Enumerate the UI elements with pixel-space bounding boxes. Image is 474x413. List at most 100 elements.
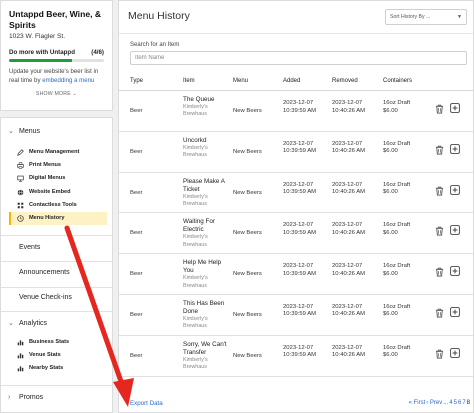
add-icon[interactable] <box>450 347 460 358</box>
cell-removed: 2023-12-07 10:40:26 AM <box>332 141 365 156</box>
upsell-header: Do more with Untappd (4/6) <box>9 49 104 56</box>
add-icon[interactable] <box>450 103 460 113</box>
pagination-item[interactable]: 7 <box>462 400 465 406</box>
header-divider <box>119 33 473 34</box>
cell-menu: New Beers <box>233 189 262 196</box>
added-time: 10:39:59 AM <box>283 107 317 114</box>
trash-icon[interactable] <box>435 145 444 155</box>
sort-history-select[interactable]: Sort History By ... ▼ <box>385 9 467 25</box>
monitor-icon <box>17 176 24 183</box>
nav-section-promos[interactable]: › Promos <box>1 391 114 405</box>
nav-section-events-label: Events <box>19 244 41 251</box>
upsell-progress-fill <box>9 59 73 62</box>
pagination-item[interactable]: ‹ Prev <box>426 400 442 406</box>
nav-divider <box>1 385 112 386</box>
cell-removed: 2023-12-07 10:40:26 AM <box>332 304 365 319</box>
pagination-item[interactable]: 8 <box>467 400 470 406</box>
pagination-item[interactable]: 4 <box>449 400 452 406</box>
item-vendor: Kimberly's Brewhaus <box>183 104 208 118</box>
sidebar-item-print-menus[interactable]: Print Menus <box>9 159 107 172</box>
show-more-button[interactable]: SHOW MORE ⌄ <box>9 91 104 97</box>
add-icon[interactable] <box>450 143 460 154</box>
nav-section-menus[interactable]: ⌄ Menus <box>1 125 114 139</box>
clock-icon <box>17 215 24 222</box>
nav-divider <box>1 235 112 236</box>
sidebar-item-menu-history[interactable]: Menu History <box>9 211 107 226</box>
sidebar-item-menu-management[interactable]: Menu Management <box>9 146 107 159</box>
removed-date: 2023-12-07 <box>332 263 363 270</box>
sidebar-item-nearby-stats[interactable]: Nearby Stats <box>9 362 107 375</box>
menu-history-panel: Menu History Sort History By ... ▼ Searc… <box>118 0 474 413</box>
sidebar-item-contactless-tools[interactable]: Contactless Tools <box>9 199 107 212</box>
cell-added: 2023-12-07 10:39:59 AM <box>283 100 316 115</box>
embed-menu-link[interactable]: embedding a menu <box>42 77 94 84</box>
venue-address: 1023 W. Flagler St. <box>9 33 66 40</box>
cell-added: 2023-12-07 10:39:59 AM <box>283 182 316 197</box>
removed-time: 10:40:26 AM <box>332 107 366 114</box>
removed-time: 10:40:26 AM <box>332 311 366 318</box>
nav-section-announcements[interactable]: Announcements <box>1 266 114 280</box>
column-header-added[interactable]: Added <box>283 78 300 84</box>
sidebar-item-venue-stats[interactable]: Venue Stats <box>9 349 107 362</box>
cell-containers: 16oz Draft $6.00 <box>383 182 410 197</box>
trash-icon[interactable] <box>435 349 444 359</box>
sidebar-item-business-stats[interactable]: Business Stats <box>9 336 107 349</box>
pagination-item[interactable]: 5 <box>454 400 457 406</box>
container-price: $6.00 <box>383 270 398 277</box>
removed-date: 2023-12-07 <box>332 100 363 106</box>
column-header-item[interactable]: Item <box>183 78 195 84</box>
column-header-removed[interactable]: Removed <box>332 78 358 84</box>
column-header-containers[interactable]: Containers <box>383 78 412 84</box>
cell-item: Please Make A Ticket Kimberly's Brewhaus <box>183 178 233 209</box>
removed-time: 10:40:26 AM <box>332 352 366 359</box>
cell-type: Beer <box>130 108 143 114</box>
removed-date: 2023-12-07 <box>332 181 363 188</box>
item-name: Waiting For Electric <box>183 218 215 234</box>
trash-icon[interactable] <box>435 186 444 196</box>
sidebar-item-label: Digital Menus <box>29 175 66 182</box>
nav-section-menus-label: Menus <box>19 128 41 135</box>
added-date: 2023-12-07 <box>283 181 314 188</box>
sidebar-item-digital-menus[interactable]: Digital Menus <box>9 172 107 185</box>
added-date: 2023-12-07 <box>283 100 314 106</box>
pagination-item[interactable]: « First <box>409 400 426 406</box>
add-icon[interactable] <box>450 225 460 236</box>
analytics-submenu: Business Stats Venue Stats Nearby Stats <box>9 336 107 376</box>
nav-section-analytics-label: Analytics <box>19 320 48 327</box>
nav-section-announcements-label: Announcements <box>19 269 70 276</box>
chart-icon <box>17 366 24 372</box>
export-data-link[interactable]: Export Data <box>130 400 163 407</box>
add-icon[interactable] <box>450 184 460 195</box>
cell-type: Beer <box>130 271 143 278</box>
sidebar-item-website-embed[interactable]: Website Embed <box>9 186 107 199</box>
item-search-input[interactable] <box>130 51 467 65</box>
item-name: Sorry, We Can't Transfer <box>183 340 227 356</box>
nav-section-analytics[interactable]: ⌄ Analytics <box>1 317 114 331</box>
add-icon[interactable] <box>450 266 460 277</box>
history-table-body: Beer The Queue Kimberly's Brewhaus New Beer… <box>119 91 473 377</box>
trash-icon[interactable] <box>435 308 444 318</box>
chevron-down-icon: ⌄ <box>8 128 14 135</box>
add-icon[interactable] <box>450 307 460 317</box>
column-header-type[interactable]: Type <box>130 78 143 84</box>
container-price: $6.00 <box>383 107 398 114</box>
item-name: Uncorkd <box>183 136 207 144</box>
table-row: Beer The Queue Kimberly's Brewhaus New Beer… <box>119 91 473 132</box>
trash-icon[interactable] <box>435 226 444 236</box>
pagination-item[interactable]: ... <box>443 400 448 406</box>
venue-name: Untappd Beer, Wine, & Spirits <box>9 9 102 30</box>
added-time: 10:39:59 AM <box>283 352 317 359</box>
trash-icon[interactable] <box>435 267 444 277</box>
cell-menu: New Beers <box>233 230 262 237</box>
upsell-progress-count: (4/6) <box>91 49 104 56</box>
nav-section-checkins[interactable]: Venue Check-ins <box>1 291 114 305</box>
cell-item: Help Me Help You Kimberly's Brewhaus <box>183 259 233 290</box>
column-header-menu[interactable]: Menu <box>233 78 248 84</box>
nav-section-events[interactable]: Events <box>1 241 114 255</box>
cell-menu: New Beers <box>233 148 262 155</box>
item-name: This Has Been Done <box>183 299 225 315</box>
trash-icon[interactable] <box>435 104 444 114</box>
pagination-item[interactable]: 6 <box>458 400 461 406</box>
item-vendor: Kimberly's Brewhaus <box>183 144 208 159</box>
chevron-right-icon: › <box>8 394 11 401</box>
